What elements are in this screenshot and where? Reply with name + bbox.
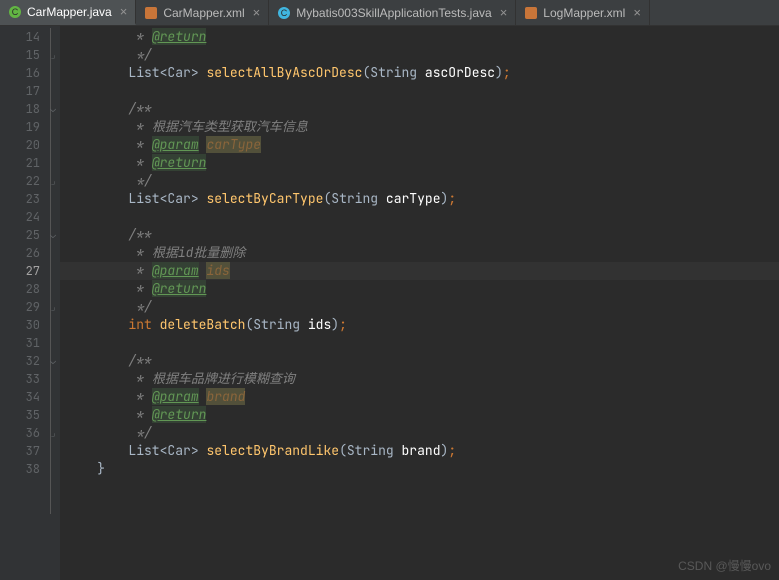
line-number: 34 (0, 388, 60, 406)
tab-label: CarMapper.xml (163, 6, 244, 20)
line-number: 21 (0, 154, 60, 172)
line-number: 25⌄ (0, 226, 60, 244)
code-line: */ (60, 172, 779, 190)
tab-carmapper-xml[interactable]: CarMapper.xml × (136, 0, 269, 25)
code-line (60, 82, 779, 100)
line-number: 38 (0, 460, 60, 478)
code-line: * @return (60, 154, 779, 172)
code-line: List<Car> selectAllByAscOrDesc(String as… (60, 64, 779, 82)
line-number: 19 (0, 118, 60, 136)
code-line: /** (60, 100, 779, 118)
tab-tests-java[interactable]: C Mybatis003SkillApplicationTests.java × (269, 0, 516, 25)
java-class-icon: C (8, 5, 22, 19)
line-number: 15⌟ (0, 46, 60, 64)
line-number: 27 (0, 262, 60, 280)
line-number: 33 (0, 370, 60, 388)
code-line: int deleteBatch(String ids); (60, 316, 779, 334)
line-number: 28 (0, 280, 60, 298)
line-number: 23 (0, 190, 60, 208)
line-number: 17 (0, 82, 60, 100)
code-line: } (60, 460, 779, 478)
line-number: 31 (0, 334, 60, 352)
tab-label: CarMapper.java (27, 5, 112, 19)
code-line: * @param carType (60, 136, 779, 154)
line-number: 20 (0, 136, 60, 154)
close-icon[interactable]: × (633, 5, 641, 20)
close-icon[interactable]: × (500, 5, 508, 20)
code-line: /** (60, 226, 779, 244)
line-number: 29⌟ (0, 298, 60, 316)
code-line (60, 334, 779, 352)
close-icon[interactable]: × (253, 5, 261, 20)
code-line: */ (60, 424, 779, 442)
code-line: List<Car> selectByCarType(String carType… (60, 190, 779, 208)
line-number: 36⌟ (0, 424, 60, 442)
line-number: 16 (0, 64, 60, 82)
fold-end-icon[interactable]: ⌟ (50, 172, 56, 190)
code-line: * @param ids (60, 262, 779, 280)
line-number: 18⌄ (0, 100, 60, 118)
line-number: 37 (0, 442, 60, 460)
xml-file-icon (524, 6, 538, 20)
line-number: 24 (0, 208, 60, 226)
code-line: */ (60, 298, 779, 316)
editor-tabs: C CarMapper.java × CarMapper.xml × C Myb… (0, 0, 779, 26)
line-number-gutter: 14 15⌟ 16 17 18⌄ 19 20 21 22⌟ 23 24 25⌄ … (0, 26, 60, 580)
fold-start-icon[interactable]: ⌄ (50, 100, 56, 118)
close-icon[interactable]: × (120, 4, 128, 19)
java-class-icon: C (277, 6, 291, 20)
code-line: */ (60, 46, 779, 64)
fold-end-icon[interactable]: ⌟ (50, 46, 56, 64)
tab-label: LogMapper.xml (543, 6, 625, 20)
line-number: 32⌄ (0, 352, 60, 370)
line-number: 26 (0, 244, 60, 262)
line-number: 22⌟ (0, 172, 60, 190)
code-line: * 根据车品牌进行模糊查询 (60, 370, 779, 388)
fold-end-icon[interactable]: ⌟ (50, 424, 56, 442)
code-area[interactable]: * @return */ List<Car> selectAllByAscOrD… (60, 26, 779, 580)
fold-end-icon[interactable]: ⌟ (50, 298, 56, 316)
code-line: /** (60, 352, 779, 370)
xml-file-icon (144, 6, 158, 20)
line-number: 30 (0, 316, 60, 334)
tab-carmapper-java[interactable]: C CarMapper.java × (0, 0, 136, 25)
code-line (60, 208, 779, 226)
tab-logmapper-xml[interactable]: LogMapper.xml × (516, 0, 650, 25)
line-number: 35 (0, 406, 60, 424)
code-line: * 根据id批量删除 (60, 244, 779, 262)
fold-start-icon[interactable]: ⌄ (50, 226, 56, 244)
code-line: List<Car> selectByBrandLike(String brand… (60, 442, 779, 460)
tab-label: Mybatis003SkillApplicationTests.java (296, 6, 491, 20)
code-line: * @return (60, 406, 779, 424)
code-line: * @return (60, 28, 779, 46)
svg-text:C: C (281, 8, 288, 18)
code-line: * 根据汽车类型获取汽车信息 (60, 118, 779, 136)
code-line: * @return (60, 280, 779, 298)
code-line: * @param brand (60, 388, 779, 406)
fold-start-icon[interactable]: ⌄ (50, 352, 56, 370)
svg-text:C: C (12, 7, 19, 17)
line-number: 14 (0, 28, 60, 46)
code-editor[interactable]: 14 15⌟ 16 17 18⌄ 19 20 21 22⌟ 23 24 25⌄ … (0, 26, 779, 580)
